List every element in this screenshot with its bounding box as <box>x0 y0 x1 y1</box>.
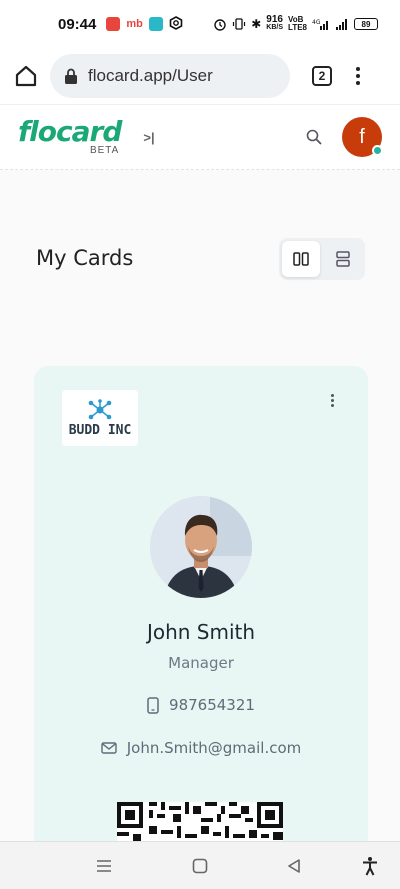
network-icon <box>86 398 114 421</box>
person-role: Manager <box>168 654 234 672</box>
signal-4g-icon: 4G <box>312 18 330 30</box>
vibrate-icon <box>232 17 246 31</box>
net-speed: 916 KB/S <box>266 14 284 32</box>
url-bar[interactable]: flocard.app/User <box>50 54 290 98</box>
lock-icon <box>64 68 78 84</box>
more-vertical-icon[interactable] <box>331 394 334 407</box>
status-indicators: ✱ 916 KB/S VoB LTE8 4G 89 <box>213 14 378 32</box>
company-logo: BUDD INC <box>62 390 138 446</box>
tab-switcher-button[interactable]: 2 <box>312 66 332 86</box>
phone-number: 987654321 <box>169 696 255 714</box>
search-icon[interactable] <box>306 129 322 145</box>
accessibility-icon[interactable] <box>356 852 384 880</box>
svg-text:4G: 4G <box>312 19 321 26</box>
person-name: John Smith <box>146 620 256 644</box>
volte-bottom: LTE8 <box>288 23 307 32</box>
user-avatar-button[interactable]: f <box>342 117 383 157</box>
status-bar: 09:44 mb ✱ 916 KB/S VoB LTE8 4G 89 <box>0 0 400 48</box>
browser-toolbar: flocard.app/User 2 <box>0 48 400 104</box>
mail-icon <box>101 742 117 754</box>
beta-badge: BETA <box>89 145 120 156</box>
menu-icon[interactable] <box>90 852 118 880</box>
app-header: flocard BETA >| f <box>0 104 400 170</box>
home-icon[interactable] <box>14 64 38 88</box>
page-title: My Cards <box>36 246 134 270</box>
business-card[interactable]: BUDD INC John Smith Manager 987654321 Jo… <box>34 366 368 886</box>
qr-code <box>117 802 283 842</box>
status-time: 09:44 <box>58 15 97 33</box>
columns-icon <box>293 252 309 266</box>
sidebar-toggle-button[interactable]: >| <box>143 130 154 145</box>
flocard-logo[interactable]: flocard BETA <box>18 115 122 157</box>
bluetooth-icon: ✱ <box>251 17 262 31</box>
list-view-button[interactable] <box>324 241 362 277</box>
system-nav-bar <box>0 841 400 889</box>
battery-icon: 89 <box>354 18 378 30</box>
recorder-app-icon <box>106 17 121 31</box>
email-address: John.Smith@gmail.com <box>126 739 302 757</box>
phone-row[interactable]: 987654321 <box>34 696 368 714</box>
view-toggle <box>279 238 365 280</box>
volte-indicator: VoB LTE8 <box>288 16 307 32</box>
company-name: BUDD INC <box>68 422 132 438</box>
chat-app-icon <box>148 17 163 31</box>
email-row[interactable]: John.Smith@gmail.com <box>34 739 368 757</box>
signal-icon <box>335 18 349 30</box>
logo-wordmark: flocard <box>18 115 122 148</box>
settings-app-icon <box>169 15 183 33</box>
online-status-dot <box>372 145 383 156</box>
net-speed-value: 916 <box>266 14 283 25</box>
browser-menu-button[interactable] <box>356 67 360 85</box>
screen: 09:44 mb ✱ 916 KB/S VoB LTE8 4G 89 floca… <box>0 0 400 889</box>
mb-app-icon: mb <box>126 18 143 30</box>
rows-icon <box>336 251 350 267</box>
profile-photo <box>150 496 252 598</box>
alarm-icon <box>213 17 227 31</box>
status-apps: mb <box>106 15 183 33</box>
triangle-back-icon[interactable] <box>280 852 308 880</box>
url-text: flocard.app/User <box>88 66 213 85</box>
grid-view-button[interactable] <box>282 241 320 277</box>
net-speed-unit: KB/S <box>266 24 284 31</box>
square-icon[interactable] <box>186 852 214 880</box>
phone-icon <box>147 696 159 714</box>
